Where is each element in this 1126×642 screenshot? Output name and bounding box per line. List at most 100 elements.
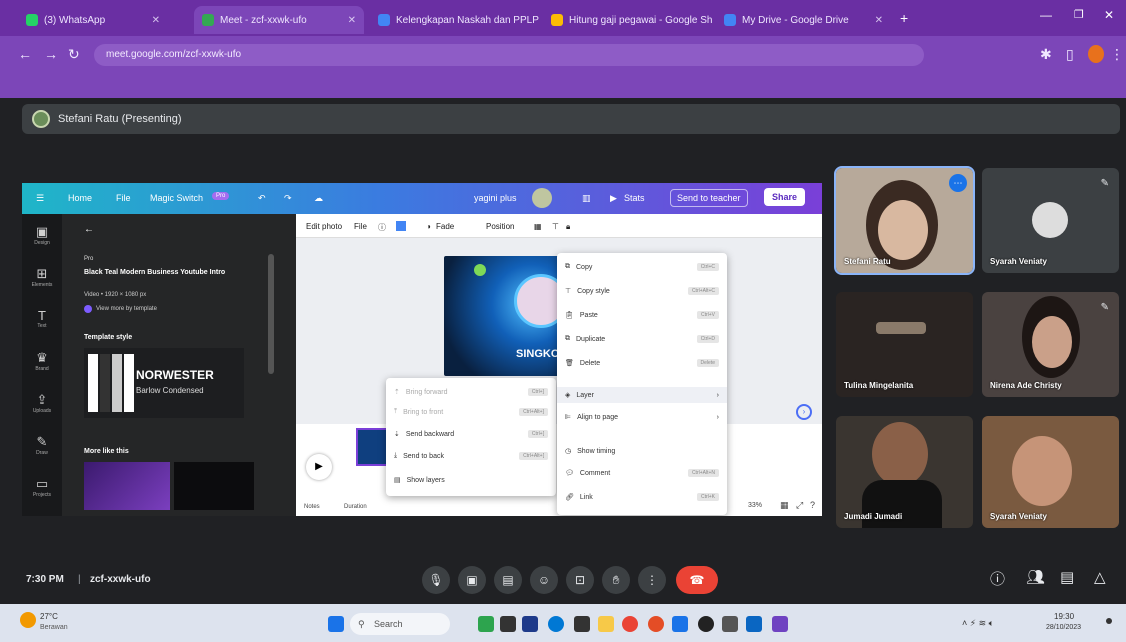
grid-view-icon[interactable]: ▦ [780,500,789,511]
menu-icon[interactable]: ⋮ [1110,46,1124,63]
menu-item-paste[interactable]: 📋︎ Paste Ctrl+V [565,307,719,323]
browser-tab-whatsapp[interactable]: (3) WhatsApp ✕ [18,6,168,34]
menu-item-send-to-back[interactable]: ⤓ Send to back Ctrl+Alt+[ [394,448,548,464]
next-page-icon[interactable]: › [796,404,812,420]
menu-icon[interactable]: ☰ [36,193,44,204]
participant-tile[interactable]: Syarah Veniaty [982,416,1119,528]
restore-icon[interactable]: ❐ [1074,8,1084,21]
thumbnail[interactable] [84,462,170,510]
more-options-button[interactable]: ⋮ [638,566,666,594]
system-tray-icons[interactable]: ˄ ⚡ ≋ 🔈︎ [962,618,994,629]
shared-screen[interactable]: ☰ Home File Magic Switch Pro ↶ ↷ ☁ yagin… [22,183,822,516]
menu-item-comment[interactable]: 💬︎ Comment Ctrl+Alt+N [565,465,719,481]
back-arrow-icon[interactable]: ← [84,224,94,235]
app-icon[interactable] [648,616,664,632]
sidebar-item-draw[interactable]: ✎ Draw [30,434,54,458]
help-icon[interactable]: ? [810,500,815,510]
color-swatch[interactable] [396,221,406,231]
minimize-icon[interactable]: — [1040,8,1052,22]
sidebar-item-design[interactable]: ▣ Design [30,224,54,248]
activities-icon[interactable]: △ [1094,568,1106,586]
menu-item-layer[interactable]: ◈ Layer › [557,387,727,403]
participant-tile[interactable]: ✎ Nirena Ade Christy [982,292,1119,397]
chat-icon[interactable]: ▤ [1060,568,1074,586]
canva-home-button[interactable]: Home [68,193,92,203]
new-tab-button[interactable]: + [900,10,908,26]
scrollbar[interactable] [268,254,274,374]
analytics-icon[interactable]: ▥ [582,193,591,204]
menu-item-delete[interactable]: 🗑︎ Delete Delete [565,355,719,371]
play-icon[interactable]: ▶ [306,454,332,480]
paint-icon[interactable]: ⊤ [552,222,559,231]
sidebar-item-projects[interactable]: ▭ Projects [30,476,54,500]
more-options-icon[interactable]: ⋯ [949,174,967,192]
camera-button[interactable]: ▣ [458,566,486,594]
file-button[interactable]: File [354,222,367,231]
app-icon[interactable] [722,616,738,632]
notes-button[interactable]: Notes [304,504,320,510]
end-call-button[interactable]: ☎︎ [676,566,718,594]
widgets-icon[interactable] [478,616,494,632]
avatar[interactable] [532,188,552,208]
undo-icon[interactable]: ↶ [258,193,266,204]
participant-tile[interactable]: Tulina Mingelanita [836,292,973,397]
font-style-card[interactable]: NORWESTER Barlow Condensed [84,348,244,418]
menu-item-bring-forward[interactable]: ⇡ Bring forward Ctrl+] [394,384,548,400]
profile-avatar[interactable] [1088,45,1104,63]
thumbnail[interactable] [174,462,254,510]
menu-item-link[interactable]: 🔗︎ Link Ctrl+K [565,489,719,505]
file-explorer-icon[interactable] [598,616,614,632]
browser-tab-naskah[interactable]: Kelengkapan Naskah dan PPLP ✕ [370,6,540,34]
lock-icon[interactable]: 🔒︎ [566,222,570,232]
close-icon[interactable]: ✕ [152,15,160,26]
app-icon[interactable] [746,616,762,632]
edit-photo-button[interactable]: Edit photo [306,222,342,231]
people-icon[interactable]: 👥︎ [1026,568,1045,586]
creator-link[interactable]: View more by template [96,306,157,312]
close-icon[interactable]: ✕ [348,15,356,26]
url-field[interactable]: meet.google.com/zcf-xxwk-ufo [94,44,924,66]
send-to-teacher-button[interactable]: Send to teacher [670,189,748,207]
menu-item-align-to-page[interactable]: ⊫ Align to page › [565,409,719,425]
raise-hand-button[interactable]: ✋︎ [602,566,630,594]
close-window-icon[interactable]: ✕ [1104,8,1114,22]
app-icon[interactable] [672,616,688,632]
sidebar-icon[interactable]: ▯ [1066,46,1074,63]
browser-tab-meet[interactable]: Meet - zcf-xxwk-ufo ✕ [194,6,364,34]
mic-button[interactable]: 🎙︎ [422,566,450,594]
participant-tile[interactable]: ⋯ Stefani Ratu [834,166,975,275]
duration-button[interactable]: Duration [344,504,367,510]
fade-button[interactable]: Fade [436,222,454,231]
notification-icon[interactable] [1106,618,1112,624]
app-icon[interactable] [698,616,714,632]
position-button[interactable]: Position [486,222,514,231]
menu-item-show-timing[interactable]: ◷ Show timing [565,443,719,459]
zoom-level[interactable]: 33% [748,502,762,509]
app-icon[interactable] [574,616,590,632]
captions-button[interactable]: ▤ [494,566,522,594]
chrome-icon[interactable] [622,616,638,632]
participant-tile[interactable]: Jumadi Jumadi [836,416,973,528]
task-view-icon[interactable] [500,616,516,632]
windows-start-icon[interactable] [328,616,344,632]
forward-icon[interactable]: → [44,46,58,62]
sidebar-item-brand[interactable]: ♛ Brand [30,350,54,374]
menu-item-duplicate[interactable]: ⧉ Duplicate Ctrl+D [565,331,719,347]
app-icon[interactable] [522,616,538,632]
back-icon[interactable]: ← [18,46,32,62]
stats-button[interactable]: Stats [624,193,645,203]
taskbar-search[interactable]: ⚲ Search [350,613,450,635]
edge-icon[interactable] [548,616,564,632]
design-title[interactable]: yagini plus [474,193,517,203]
participant-tile[interactable]: ✎ Syarah Veniaty [982,168,1119,273]
present-button[interactable]: ⊡ [566,566,594,594]
menu-item-copy[interactable]: ⧉ Copy Ctrl+C [565,259,719,275]
sidebar-item-elements[interactable]: ⊞ Elements [30,266,54,290]
close-icon[interactable]: ✕ [875,15,883,26]
redo-icon[interactable]: ↷ [284,193,292,204]
menu-item-bring-to-front[interactable]: ⤒ Bring to front Ctrl+Alt+] [394,404,548,420]
canva-magic-switch[interactable]: Magic Switch [150,193,203,203]
info-icon[interactable]: ⓘ [990,568,1005,589]
reload-icon[interactable]: ↻ [68,46,80,63]
canva-file-menu[interactable]: File [116,193,131,203]
